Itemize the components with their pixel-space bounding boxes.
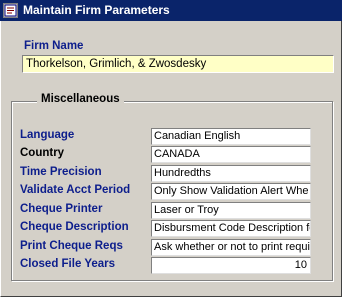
closed-file-years-label: Closed File Years [20, 258, 116, 270]
window-title: Maintain Firm Parameters [23, 3, 170, 17]
cheque-description-label: Cheque Description [20, 221, 129, 233]
time-precision-label: Time Precision [20, 166, 102, 178]
time-precision-field[interactable]: Hundredths [151, 165, 311, 182]
print-cheque-reqs-label: Print Cheque Reqs [20, 240, 123, 252]
language-field[interactable]: Canadian English [151, 128, 311, 145]
language-label: Language [20, 129, 75, 141]
form-icon-graphic [4, 4, 17, 17]
miscellaneous-group-title: Miscellaneous [37, 93, 124, 105]
country-label: Country [20, 147, 65, 159]
cheque-printer-label: Cheque Printer [20, 203, 103, 215]
country-field[interactable]: CANADA [151, 146, 311, 163]
closed-file-years-field[interactable]: 10 [151, 257, 311, 274]
title-bar[interactable]: Maintain Firm Parameters [0, 0, 342, 21]
validate-acct-period-field[interactable]: Only Show Validation Alert Whe [151, 183, 311, 200]
validate-acct-period-label: Validate Acct Period [20, 184, 131, 196]
cheque-printer-field[interactable]: Laser or Troy [151, 202, 311, 219]
firm-name-label: Firm Name [24, 40, 84, 52]
print-cheque-reqs-field[interactable]: Ask whether or not to print requis [151, 239, 311, 256]
form-icon[interactable] [3, 3, 18, 18]
cheque-description-field[interactable]: Disbursment Code Description fo [151, 220, 311, 237]
firm-name-field[interactable]: Thorkelson, Grimlich, & Zwosdesky [22, 55, 334, 73]
